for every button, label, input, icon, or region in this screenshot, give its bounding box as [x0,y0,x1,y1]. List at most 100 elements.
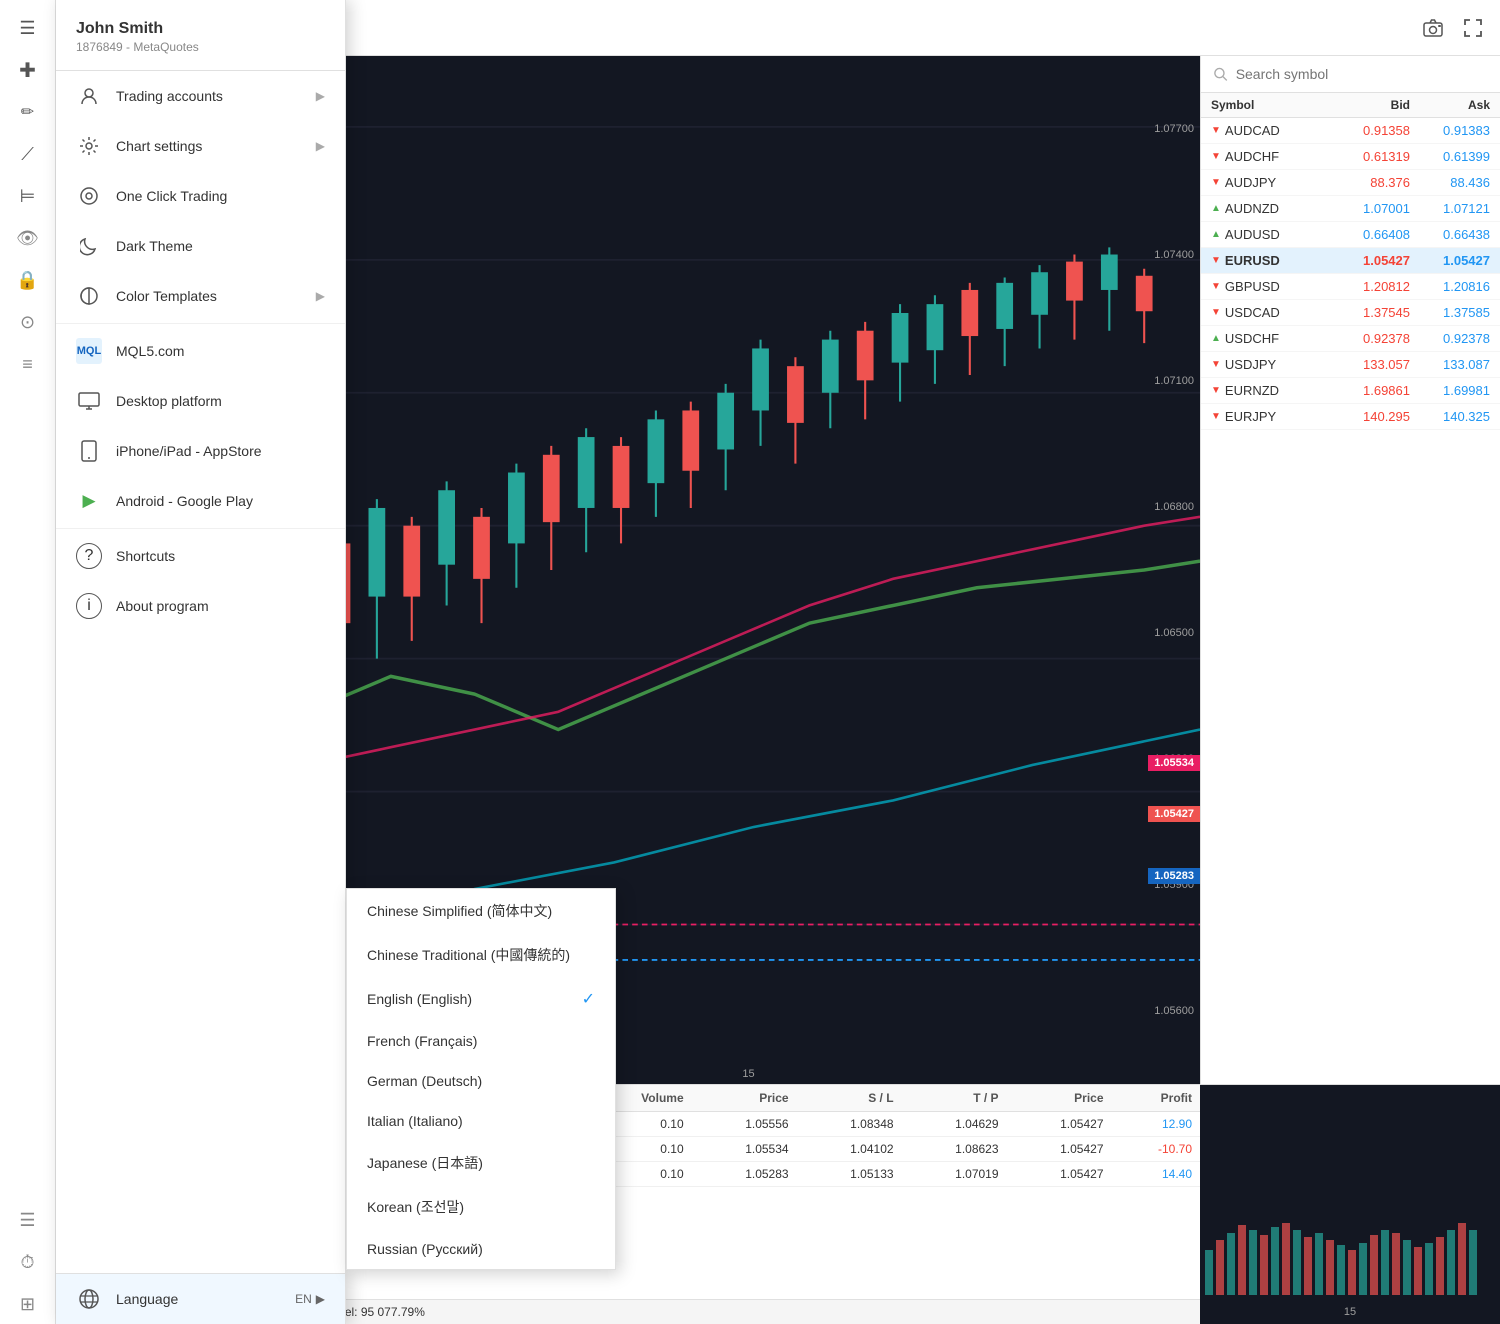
nav-divider [56,323,345,324]
nav-item-trading-accounts[interactable]: Trading accounts ▶ [56,71,345,121]
level-text: Level: 95 077.79% [336,1305,425,1319]
lock-icon[interactable]: 🔒 [8,260,48,300]
language-arrow-icon: ▶ [316,1292,325,1306]
lang-item-italian[interactable]: Italian (Italiano) [347,1101,615,1141]
nav-item-language[interactable]: Language EN ▶ [56,1273,345,1324]
network-icon[interactable]: ⊙ [8,302,48,342]
grid-icon[interactable]: ⊞ [8,1284,48,1324]
list-item[interactable]: ▲AUDUSD 0.66408 0.66438 [1201,222,1500,248]
one-click-label: One Click Trading [116,188,227,204]
lang-item-chinese-traditional[interactable]: Chinese Traditional (中國傳統的) [347,933,615,977]
fullscreen-button[interactable] [1456,11,1490,45]
list-item[interactable]: ▼EURJPY 140.295 140.325 [1201,404,1500,430]
clock-icon[interactable]: ⏱ [8,1242,48,1282]
line-tools-icon[interactable]: ⟋ [8,134,48,174]
eye-icon[interactable]: 👁 [8,218,48,258]
symbol-panel: Symbol Bid Ask ▼AUDCAD 0.91358 0.91383 ▼… [1200,56,1500,1084]
nav-item-shortcuts[interactable]: ? Shortcuts [56,531,345,581]
symbol-search-bar [1201,56,1500,93]
shortcuts-label: Shortcuts [116,548,175,564]
list-item[interactable]: ▼EURNZD 1.69861 1.69981 [1201,378,1500,404]
chart-settings-label: Chart settings [116,138,202,154]
screenshot-button[interactable] [1416,11,1450,45]
col-symbol: Symbol [1211,98,1330,112]
price-tag-3: 1.05283 [1148,868,1200,884]
price-tag-1: 1.05534 [1148,755,1200,771]
search-symbol-input[interactable] [1236,66,1488,82]
list-icon[interactable]: ≡ [8,344,48,384]
trading-accounts-label: Trading accounts [116,88,223,104]
chart-x-label-15: 15 [742,1068,754,1080]
list-item[interactable]: ▼USDJPY 133.057 133.087 [1201,352,1500,378]
price-3: 1.07100 [1154,375,1200,387]
crosshair-icon[interactable]: ✚ [8,50,48,90]
color-templates-icon [76,283,102,309]
list-item[interactable]: ▼AUDCHF 0.61319 0.61399 [1201,144,1500,170]
user-section: John Smith 1876849 - MetaQuotes [56,0,345,71]
nav-item-chart-settings[interactable]: Chart settings ▶ [56,121,345,171]
lang-item-japanese[interactable]: Japanese (日本語) [347,1141,615,1185]
list-item[interactable]: ▲AUDNZD 1.07001 1.07121 [1201,196,1500,222]
list-item[interactable]: ▼EURUSD 1.05427 1.05427 [1201,248,1500,274]
mql5-icon: MQL [76,338,102,364]
search-icon [1213,66,1228,82]
hamburger-icon[interactable]: ☰ [8,8,48,48]
lang-item-chinese-simplified[interactable]: Chinese Simplified (简体中文) [347,889,615,933]
list-item[interactable]: ▼AUDCAD 0.91358 0.91383 [1201,118,1500,144]
lang-item-french[interactable]: French (Français) [347,1021,615,1061]
nav-item-desktop-platform[interactable]: Desktop platform [56,376,345,426]
mql5-label: MQL5.com [116,343,184,359]
color-templates-arrow: ▶ [316,289,325,303]
nav-item-android[interactable]: ▶ Android - Google Play [56,476,345,526]
nav-item-mql5[interactable]: MQL MQL5.com [56,326,345,376]
symbol-table-header: Symbol Bid Ask [1201,93,1500,118]
lang-item-korean[interactable]: Korean (조선말) [347,1185,615,1229]
col-ask: Ask [1410,98,1490,112]
price-5: 1.06500 [1154,627,1200,639]
list-item[interactable]: ▲USDCHF 0.92378 0.92378 [1201,326,1500,352]
balance-bar: Balance: 100 204.90 Equity: 10 Level: 95… [336,1299,1200,1324]
language-submenu: Chinese Simplified (简体中文) Chinese Tradit… [346,888,616,1270]
chart-settings-icon [76,133,102,159]
desktop-platform-label: Desktop platform [116,393,222,409]
desktop-icon [76,388,102,414]
chart-settings-arrow: ▶ [316,139,325,153]
list-item[interactable]: ▼GBPUSD 1.20812 1.20816 [1201,274,1500,300]
nav-item-about[interactable]: i About program [56,581,345,631]
iphone-icon [76,438,102,464]
list-item[interactable]: ▼AUDJPY 88.376 88.436 [1201,170,1500,196]
lang-item-russian[interactable]: Russian (Русский) [347,1229,615,1269]
language-current: EN ▶ [295,1292,325,1306]
about-icon: i [76,593,102,619]
pen-icon[interactable]: ✏ [8,92,48,132]
shortcuts-icon: ? [76,543,102,569]
android-icon: ▶ [76,488,102,514]
lang-item-german[interactable]: German (Deutsch) [347,1061,615,1101]
indicator-icon[interactable]: ⊨ [8,176,48,216]
nav-item-one-click-trading[interactable]: One Click Trading [56,171,345,221]
nav-item-iphone[interactable]: iPhone/iPad - AppStore [56,426,345,476]
dark-theme-icon [76,233,102,259]
price-labels: 1.07700 1.07400 1.07100 1.06800 1.06500 … [1154,56,1200,1084]
price-4: 1.06800 [1154,501,1200,513]
trading-accounts-icon [76,83,102,109]
bottom-chart-right: 15 [1200,1085,1500,1324]
list-item[interactable]: ▼USDCAD 1.37545 1.37585 [1201,300,1500,326]
user-name: John Smith [76,20,325,38]
price-1: 1.07700 [1154,123,1200,135]
dark-theme-label: Dark Theme [116,238,193,254]
lang-item-english[interactable]: English (English) ✓ [347,977,615,1021]
price-8: 1.05600 [1154,1005,1200,1017]
android-label: Android - Google Play [116,493,253,509]
price-2: 1.07400 [1154,249,1200,261]
nav-item-color-templates[interactable]: Color Templates ▶ [56,271,345,321]
nav-item-dark-theme[interactable]: Dark Theme [56,221,345,271]
user-meta: 1876849 - MetaQuotes [76,40,325,54]
symbol-list: ▼AUDCAD 0.91358 0.91383 ▼AUDCHF 0.61319 … [1201,118,1500,1084]
one-click-icon [76,183,102,209]
history-icon[interactable]: ☰ [8,1200,48,1240]
sidebar-icons: ☰ ✚ ✏ ⟋ ⊨ 👁 🔒 ⊙ ≡ ☰ ⏱ ⊞ [0,0,56,1324]
trading-accounts-arrow: ▶ [316,89,325,103]
iphone-label: iPhone/iPad - AppStore [116,443,262,459]
checkmark-icon: ✓ [582,989,595,1009]
